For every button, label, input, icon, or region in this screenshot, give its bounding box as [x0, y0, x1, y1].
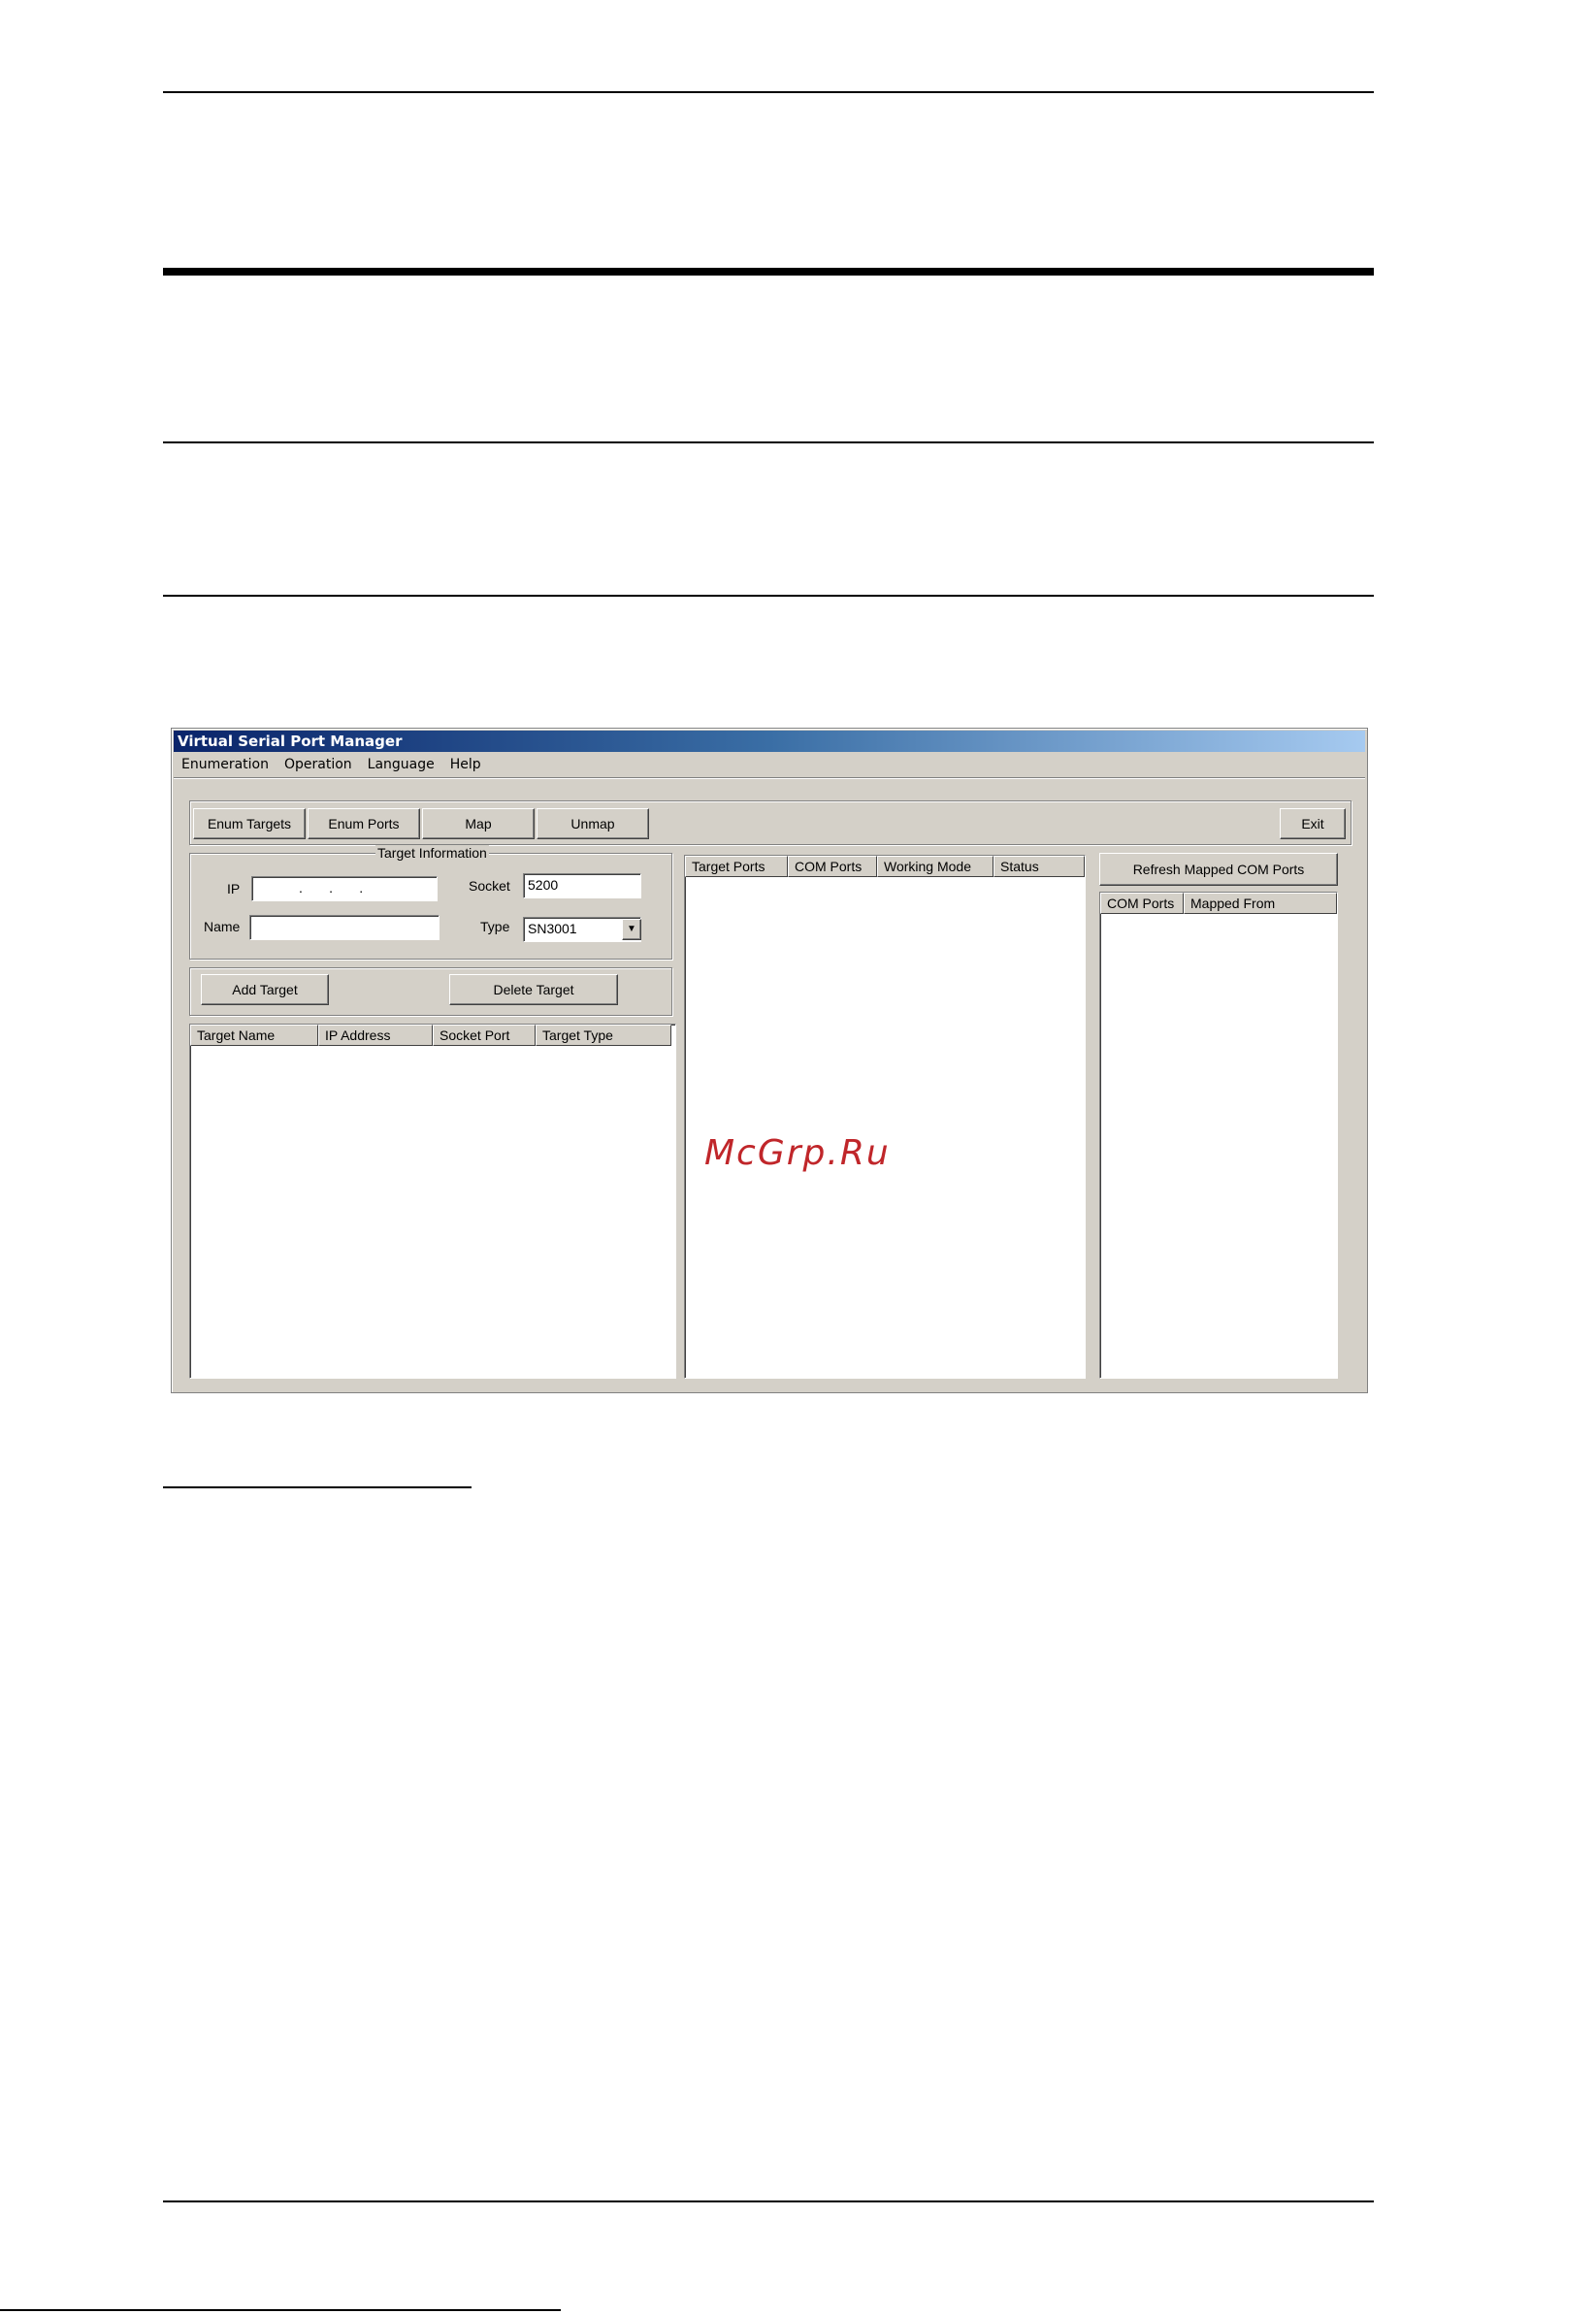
footer-rule: [163, 2200, 1374, 2202]
exit-button[interactable]: Exit: [1280, 808, 1346, 839]
column-header-com-ports[interactable]: COM Ports: [788, 856, 877, 877]
menu-enumeration[interactable]: Enumeration: [174, 757, 277, 772]
column-header-ip-address[interactable]: IP Address: [318, 1025, 433, 1046]
socket-field[interactable]: 5200: [523, 873, 641, 898]
menu-language[interactable]: Language: [360, 757, 442, 772]
column-header-target-ports[interactable]: Target Ports: [685, 856, 788, 877]
targets-table[interactable]: Target Name IP Address Socket Port Targe…: [189, 1024, 676, 1379]
menu-bar: Enumeration Operation Language Help: [174, 754, 1365, 775]
name-label: Name: [204, 919, 241, 934]
section-heavy-rule: [163, 268, 1374, 276]
watermark-text: McGrp.Ru: [704, 1133, 891, 1173]
column-header-mapped-from[interactable]: Mapped From: [1184, 893, 1337, 914]
column-header-socket-port[interactable]: Socket Port: [433, 1025, 536, 1046]
ip-label: IP: [227, 881, 241, 896]
mapped-com-ports-header: COM Ports Mapped From: [1100, 893, 1337, 914]
target-information-label: Target Information: [375, 845, 489, 861]
menu-operation[interactable]: Operation: [277, 757, 360, 772]
add-target-button[interactable]: Add Target: [201, 974, 329, 1005]
map-button[interactable]: Map: [422, 808, 535, 839]
column-header-target-type[interactable]: Target Type: [536, 1025, 671, 1046]
column-header-mapped-com-ports[interactable]: COM Ports: [1100, 893, 1184, 914]
type-selected-value: SN3001: [528, 921, 577, 936]
menu-help[interactable]: Help: [442, 757, 489, 772]
target-ports-table-header: Target Ports COM Ports Working Mode Stat…: [685, 856, 1085, 877]
bottom-edge-rule: [0, 2309, 561, 2311]
unmap-button[interactable]: Unmap: [537, 808, 649, 839]
socket-label: Socket: [469, 878, 510, 894]
name-field[interactable]: [249, 915, 440, 940]
enum-ports-button[interactable]: Enum Ports: [308, 808, 420, 839]
window-title: Virtual Serial Port Manager: [174, 731, 1365, 752]
section-rule: [163, 441, 1374, 443]
top-rule: [163, 91, 1374, 93]
target-information-group: [189, 853, 672, 960]
short-underline-rule: [163, 1486, 472, 1488]
menu-separator: [174, 777, 1365, 779]
chevron-down-icon[interactable]: ▼: [622, 919, 641, 940]
targets-table-header: Target Name IP Address Socket Port Targe…: [190, 1025, 675, 1046]
section-rule-2: [163, 595, 1374, 597]
column-header-status[interactable]: Status: [993, 856, 1085, 877]
refresh-mapped-com-ports-button[interactable]: Refresh Mapped COM Ports: [1099, 853, 1338, 886]
ip-address-field[interactable]: . . .: [251, 876, 438, 901]
type-label: Type: [480, 919, 510, 934]
column-header-working-mode[interactable]: Working Mode: [877, 856, 993, 877]
delete-target-button[interactable]: Delete Target: [449, 974, 618, 1005]
column-header-target-name[interactable]: Target Name: [190, 1025, 318, 1046]
target-ports-table[interactable]: Target Ports COM Ports Working Mode Stat…: [684, 855, 1086, 1379]
vspm-window: Virtual Serial Port Manager Enumeration …: [171, 728, 1368, 1393]
mapped-com-ports-table[interactable]: COM Ports Mapped From: [1099, 892, 1338, 1379]
enum-targets-button[interactable]: Enum Targets: [193, 808, 306, 839]
